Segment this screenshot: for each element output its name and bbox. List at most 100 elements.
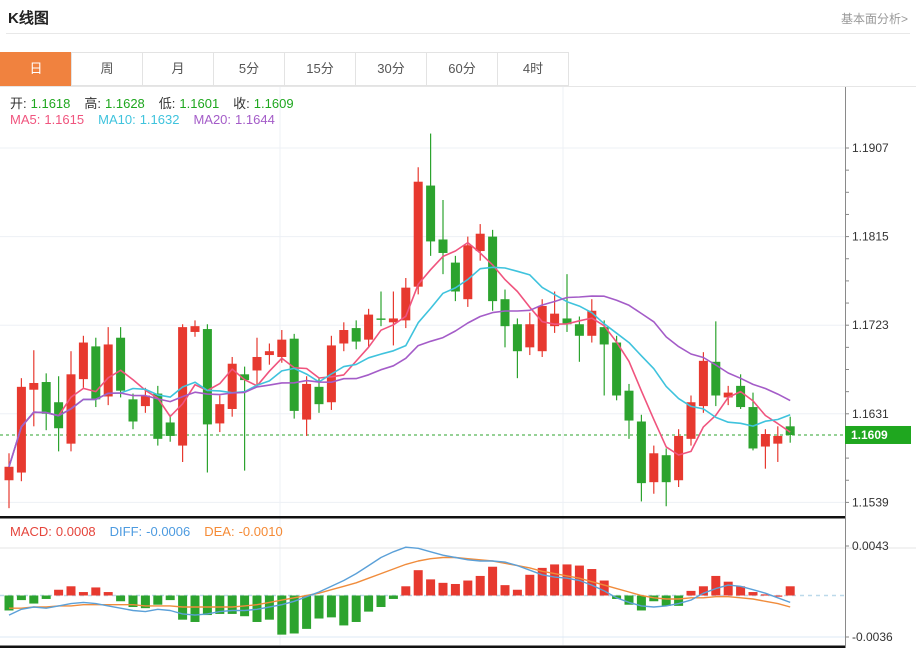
header-divider (6, 33, 910, 34)
indicator-value: 1.1644 (235, 112, 275, 127)
tab-月[interactable]: 月 (142, 52, 214, 86)
candle-body (501, 299, 510, 326)
ma10-line (9, 267, 790, 467)
tab-30分[interactable]: 30分 (355, 52, 427, 86)
kline-page: { "header": { "title": "K线图", "link": "基… (0, 0, 916, 651)
tab-15分[interactable]: 15分 (284, 52, 356, 86)
dea-line (9, 558, 790, 609)
candle-body (612, 343, 621, 396)
indicator-label: DIFF: (110, 524, 143, 539)
macd-hist-bar (203, 596, 212, 616)
candle-body (265, 351, 274, 355)
fundamental-analysis-link[interactable]: 基本面分析> (841, 10, 908, 27)
indicator-label: 高: (84, 96, 101, 111)
candle-body (166, 422, 175, 435)
candle-body (736, 386, 745, 407)
tab-4时[interactable]: 4时 (497, 52, 569, 86)
candle-body (17, 387, 26, 473)
y-axis-label: 1.1539 (852, 495, 889, 509)
indicator-label: 低: (159, 96, 176, 111)
candle-body (352, 328, 361, 341)
macd-hist-bar (550, 564, 559, 595)
candle-body (426, 186, 435, 242)
candle-body (637, 422, 646, 484)
candle-body (377, 318, 386, 319)
candle-body (116, 338, 125, 391)
macd-hist-bar (699, 586, 708, 595)
indicator-value: -0.0006 (146, 524, 190, 539)
price-badge-label: 1.1609 (851, 428, 888, 442)
candle-body (662, 455, 671, 482)
tab-日[interactable]: 日 (0, 52, 72, 86)
candle-body (79, 343, 88, 380)
tab-周[interactable]: 周 (71, 52, 143, 86)
indicator-value: 1.1615 (44, 112, 84, 127)
macd-bottom-border (0, 646, 845, 649)
candle-body (104, 344, 113, 396)
macd-hist-bar (389, 596, 398, 599)
indicator-value: 1.1601 (179, 96, 219, 111)
indicator-label: MA20: (193, 112, 231, 127)
candle-body (42, 382, 51, 414)
macd-hist-bar (426, 579, 435, 595)
macd-hist-bar (339, 596, 348, 626)
macd-hist-bar (401, 586, 410, 595)
candle-body (5, 467, 14, 480)
macd-hist-bar (501, 585, 510, 595)
macd-hist-bar (463, 581, 472, 596)
candle-body (414, 182, 423, 287)
indicator-value: 0.0008 (56, 524, 96, 539)
candle-body (625, 391, 634, 421)
macd-hist-bar (637, 596, 646, 611)
candle-body (253, 357, 262, 370)
candle-body (364, 315, 373, 340)
macd-hist-bar (302, 596, 311, 629)
page-title: K线图 (8, 7, 49, 28)
candle-body (439, 239, 448, 252)
y-axis-label: 1.1631 (852, 407, 889, 421)
macd-hist-bar (414, 570, 423, 595)
candle-body (674, 436, 683, 480)
candle-body (773, 436, 782, 444)
indicator-value: 1.1632 (140, 112, 180, 127)
candle-body (315, 387, 324, 404)
macd-hist-bar (17, 596, 26, 601)
macd-hist-bar (662, 596, 671, 606)
candle-body (463, 245, 472, 299)
indicator-label: MACD: (10, 524, 52, 539)
candle-body (649, 453, 658, 482)
macd-hist-bar (116, 596, 125, 602)
candle-body (215, 404, 224, 423)
tab-5分[interactable]: 5分 (213, 52, 285, 86)
candle-body (129, 399, 138, 421)
macd-hist-bar (488, 567, 497, 596)
indicator-value: 1.1628 (105, 96, 145, 111)
macd-hist-bar (29, 596, 38, 604)
macd-hist-bar (153, 596, 162, 605)
macd-hist-bar (525, 575, 534, 596)
macd-hist-bar (315, 596, 324, 619)
macd-hist-bar (711, 576, 720, 596)
macd-hist-bar (91, 587, 100, 595)
indicator-label: 收: (233, 96, 250, 111)
macd-hist-bar (786, 586, 795, 595)
candle-body (699, 361, 708, 406)
macd-hist-bar (377, 596, 386, 608)
tab-60分[interactable]: 60分 (426, 52, 498, 86)
ohlc-info-row: 开:1.1618高:1.1628低:1.1601收:1.1609 (10, 93, 308, 112)
kline-chart[interactable]: 1.19071.18151.17231.16311.15390.0043-0.0… (0, 86, 916, 651)
indicator-value: 1.1618 (31, 96, 71, 111)
indicator-value: -0.0010 (239, 524, 283, 539)
ma-info-row: MA5:1.1615MA10:1.1632MA20:1.1644 (10, 112, 289, 127)
candle-body (302, 384, 311, 420)
candle-body (538, 306, 547, 351)
candle-body (339, 330, 348, 343)
chart-canvas[interactable]: 1.19071.18151.17231.16311.15390.0043-0.0… (0, 86, 916, 651)
indicator-label: 开: (10, 96, 27, 111)
macd-hist-bar (104, 592, 113, 595)
candle-body (513, 324, 522, 351)
macd-hist-bar (166, 596, 175, 601)
macd-axis-label: -0.0036 (852, 630, 893, 644)
ma5-line (9, 243, 790, 467)
macd-hist-bar (191, 596, 200, 622)
